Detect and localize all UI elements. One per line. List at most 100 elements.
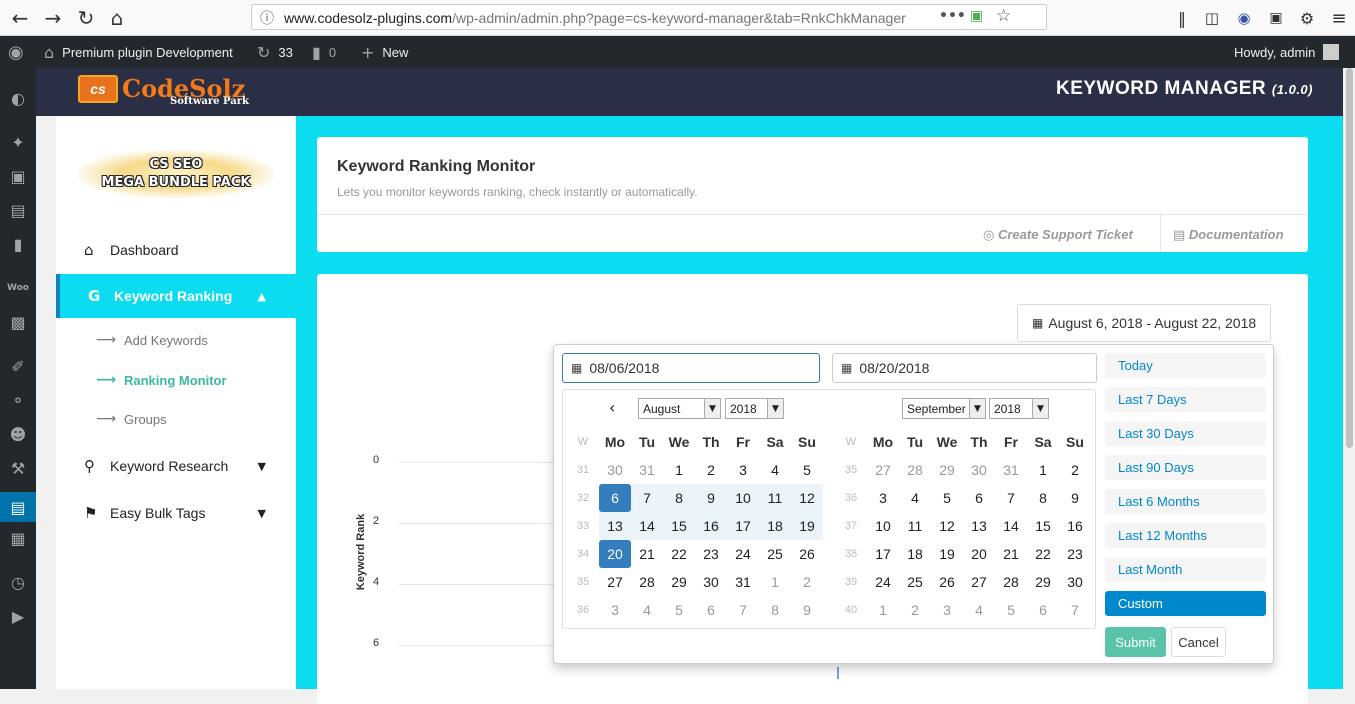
create-support-ticket-link[interactable]: ◎ Create Support Ticket	[983, 227, 1133, 243]
year-select[interactable]: 2018 ▼	[989, 398, 1049, 419]
calendar-day[interactable]: 4	[759, 456, 791, 484]
calendar-day[interactable]: 14	[995, 512, 1027, 540]
calendar-day[interactable]: 4	[631, 596, 663, 624]
calendar-day[interactable]: 2	[695, 456, 727, 484]
calendar-day[interactable]: 26	[931, 568, 963, 596]
calendar-day[interactable]: 15	[663, 512, 695, 540]
bookmark-star-icon[interactable]: ☆	[996, 6, 1011, 26]
calendar-day[interactable]: 28	[899, 456, 931, 484]
calendar-day[interactable]: 22	[1027, 540, 1059, 568]
more-icon[interactable]: •••	[939, 8, 966, 24]
calendar-day[interactable]: 30	[695, 568, 727, 596]
comments-link[interactable]: ▮ 0	[312, 36, 336, 68]
page-scrollbar[interactable]	[1343, 68, 1355, 689]
calendar-day[interactable]: 6	[963, 484, 995, 512]
calendar-day[interactable]: 7	[995, 484, 1027, 512]
date-range-button[interactable]: ▦ August 6, 2018 - August 22, 2018	[1017, 304, 1271, 342]
plugins-icon[interactable]: ⚬	[0, 386, 36, 414]
range-option-last-6-months[interactable]: Last 6 Months	[1105, 489, 1266, 514]
calendar-day[interactable]: 27	[599, 568, 631, 596]
calendar-day[interactable]: 8	[759, 596, 791, 624]
range-option-last-7-days[interactable]: Last 7 Days	[1105, 387, 1266, 412]
media-icon[interactable]: ▣	[0, 162, 36, 190]
tools-icon[interactable]: ⚒	[0, 454, 36, 482]
calendar-day[interactable]: 3	[727, 456, 759, 484]
calendar-day[interactable]: 10	[867, 512, 899, 540]
clock-icon[interactable]: ◷	[0, 568, 36, 596]
nav-dashboard[interactable]: ⌂ Dashboard	[56, 228, 296, 272]
calendar-day[interactable]: 1	[759, 568, 791, 596]
calendar-day[interactable]: 12	[931, 512, 963, 540]
calendar-day[interactable]: 20	[599, 540, 631, 568]
collapse-play-icon[interactable]: ▶	[0, 602, 36, 630]
calendar-day[interactable]: 30	[599, 456, 631, 484]
calendar-day[interactable]: 10	[727, 484, 759, 512]
calendar-day[interactable]: 1	[1027, 456, 1059, 484]
forward-icon[interactable]: →	[39, 4, 67, 32]
home-icon[interactable]: ⌂	[103, 4, 131, 32]
screenshot-icon[interactable]: ▣	[1262, 4, 1290, 32]
cancel-button[interactable]: Cancel	[1171, 627, 1226, 657]
wordpress-logo-icon[interactable]: ◉	[8, 36, 32, 68]
calendar-day[interactable]: 7	[727, 596, 759, 624]
calendar-day[interactable]: 31	[727, 568, 759, 596]
submit-button[interactable]: Submit	[1105, 627, 1166, 657]
calendar-day[interactable]: 29	[931, 456, 963, 484]
calendar-day[interactable]: 5	[995, 596, 1027, 624]
calendar-day[interactable]: 11	[759, 484, 791, 512]
calendar-day[interactable]: 24	[867, 568, 899, 596]
settings-menu-icon[interactable]: ▦	[0, 524, 36, 552]
reload-icon[interactable]: ↻	[72, 4, 100, 32]
calendar-day[interactable]: 28	[631, 568, 663, 596]
calendar-day[interactable]: 30	[963, 456, 995, 484]
calendar-day[interactable]: 27	[867, 456, 899, 484]
nav-easy-bulk-tags[interactable]: ⚑ Easy Bulk Tags ▼	[56, 491, 296, 535]
extension-icon[interactable]: ◉	[1230, 4, 1258, 32]
settings-icon[interactable]: ⚙	[1293, 4, 1321, 32]
calendar-day[interactable]: 30	[1059, 568, 1091, 596]
comments-icon[interactable]: ▮	[0, 230, 36, 258]
calendar-day[interactable]: 25	[759, 540, 791, 568]
calendar-day[interactable]: 3	[867, 484, 899, 512]
calendar-day[interactable]: 13	[963, 512, 995, 540]
calendar-day[interactable]: 25	[899, 568, 931, 596]
range-option-last-month[interactable]: Last Month	[1105, 557, 1266, 582]
updates-link[interactable]: ↻ 33	[257, 36, 293, 68]
calendar-day[interactable]: 27	[963, 568, 995, 596]
new-content-link[interactable]: + New	[361, 36, 408, 68]
range-option-last-90-days[interactable]: Last 90 Days	[1105, 455, 1266, 480]
calendar-day[interactable]: 11	[899, 512, 931, 540]
nav-groups[interactable]: ⟶ Groups	[96, 409, 167, 429]
calendar-day[interactable]: 17	[727, 512, 759, 540]
calendar-day[interactable]: 4	[899, 484, 931, 512]
account-link[interactable]: Howdy, admin	[1234, 36, 1340, 68]
calendar-day[interactable]: 16	[1059, 512, 1091, 540]
users-icon[interactable]: ☻	[0, 420, 36, 448]
nav-add-keywords[interactable]: ⟶ Add Keywords	[96, 330, 208, 350]
url-bar[interactable]: ⓘ www.codesolz-plugins.com/wp-admin/admi…	[251, 4, 1047, 30]
calendar-day[interactable]: 23	[1059, 540, 1091, 568]
calendar-day[interactable]: 24	[727, 540, 759, 568]
info-icon[interactable]: ⓘ	[260, 8, 274, 28]
woocommerce-icon[interactable]: Woo	[0, 274, 36, 302]
nav-keyword-ranking[interactable]: G Keyword Ranking ▲	[56, 274, 296, 318]
calendar-day[interactable]: 9	[791, 596, 823, 624]
calendar-day[interactable]: 2	[899, 596, 931, 624]
calendar-day[interactable]: 17	[867, 540, 899, 568]
prev-month-icon[interactable]: ‹	[609, 398, 615, 417]
library-icon[interactable]: ‖	[1168, 4, 1196, 32]
calendar-day[interactable]: 29	[663, 568, 695, 596]
range-option-custom[interactable]: Custom	[1105, 591, 1266, 616]
calendar-day[interactable]: 1	[867, 596, 899, 624]
site-name-link[interactable]: ⌂ Premium plugin Development	[44, 36, 233, 68]
start-date-input[interactable]: ▦ 08/06/2018	[562, 353, 820, 383]
month-select[interactable]: September ▼	[902, 398, 986, 419]
calendar-day[interactable]: 6	[599, 484, 631, 512]
calendar-day[interactable]: 2	[1059, 456, 1091, 484]
calendar-day[interactable]: 21	[631, 540, 663, 568]
calendar-day[interactable]: 7	[631, 484, 663, 512]
range-option-last-12-months[interactable]: Last 12 Months	[1105, 523, 1266, 548]
products-icon[interactable]: ▩	[0, 308, 36, 336]
calendar-day[interactable]: 5	[663, 596, 695, 624]
back-icon[interactable]: ←	[6, 4, 34, 32]
